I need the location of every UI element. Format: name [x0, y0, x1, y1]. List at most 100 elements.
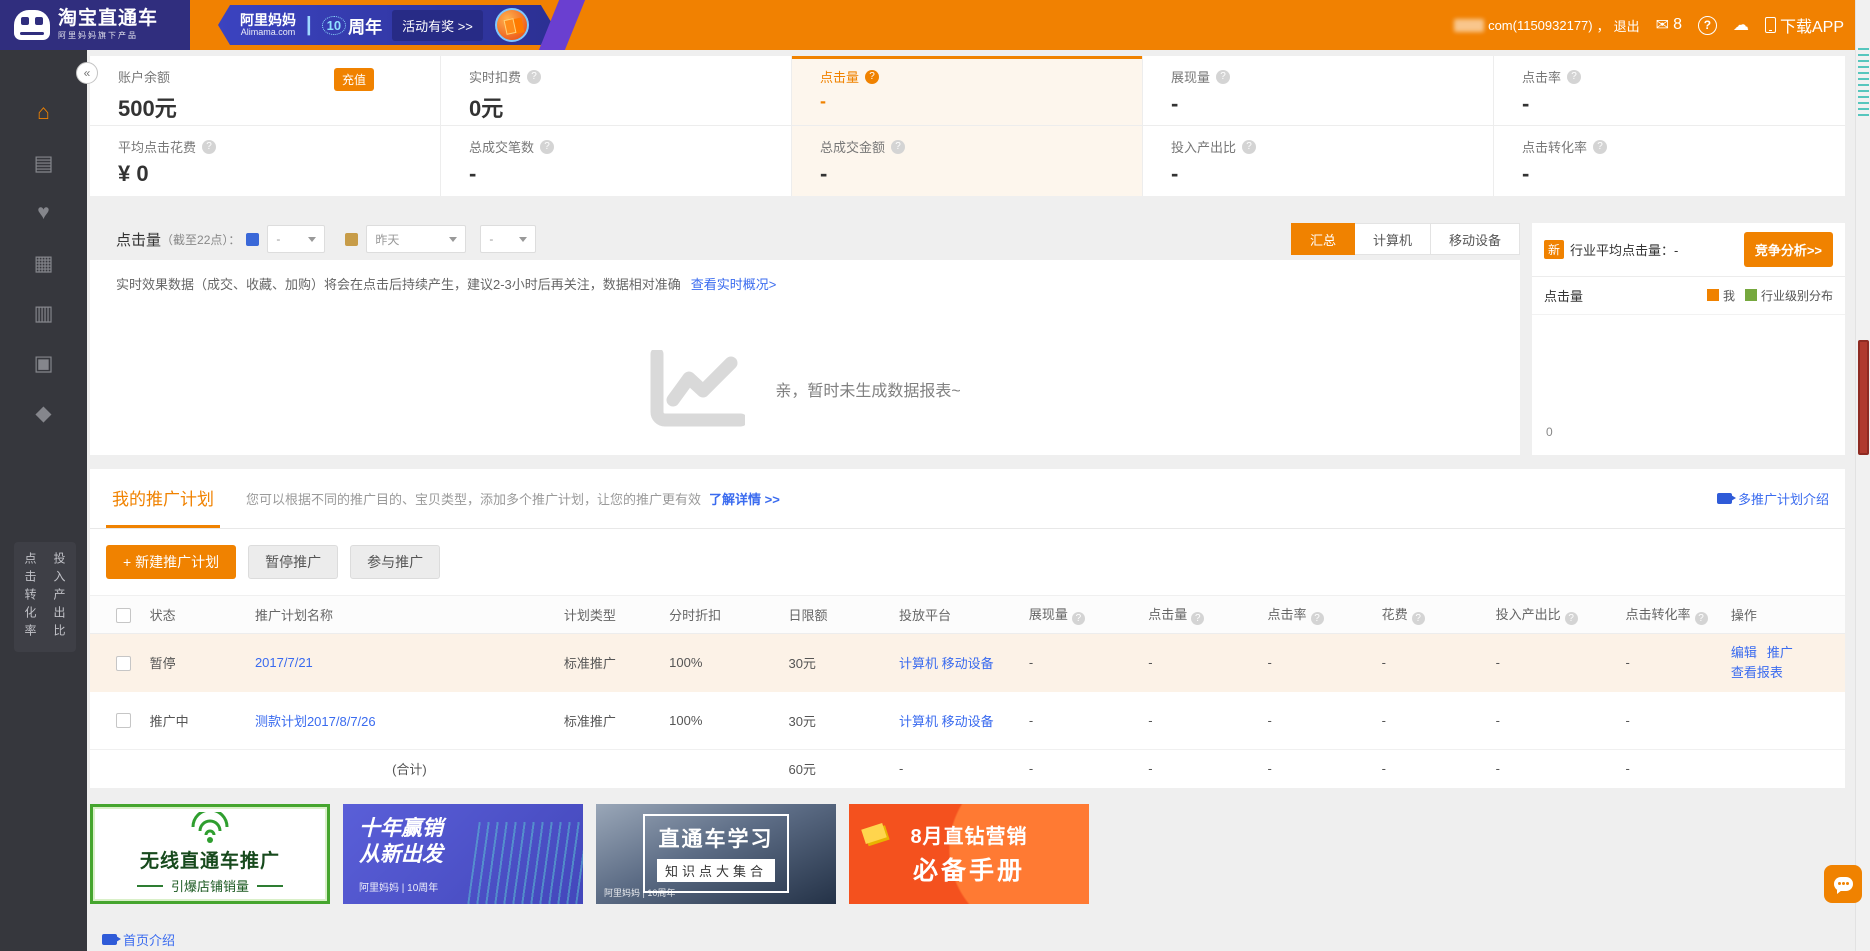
- sidebar-item-gem[interactable]: ◆: [0, 388, 87, 438]
- platform-mobile-link[interactable]: 移动设备: [942, 656, 994, 671]
- tab-computer[interactable]: 计算机: [1355, 223, 1431, 255]
- help-icon[interactable]: ?: [1311, 612, 1324, 625]
- pause-campaign-button[interactable]: 暂停推广: [248, 545, 338, 579]
- help-icon[interactable]: ?: [1593, 140, 1607, 154]
- learn-more-link[interactable]: 了解详情 >>: [709, 489, 780, 508]
- page-scrollbar[interactable]: [1855, 0, 1870, 951]
- stat-card-cvr[interactable]: 点击转化率? -: [1494, 126, 1845, 196]
- banner-title: 无线直通车推广: [140, 846, 280, 873]
- banner-subtitle: 知识点大集合: [657, 859, 775, 882]
- promote-link[interactable]: 推广: [1767, 645, 1793, 660]
- help-icon[interactable]: ?: [540, 140, 554, 154]
- stat-card-total-orders[interactable]: 总成交笔数? -: [441, 126, 792, 196]
- banner-learning[interactable]: 直通车学习 知识点大集合 阿里妈妈 | 10周年: [596, 804, 836, 904]
- stat-card-impressions[interactable]: 展现量? -: [1143, 56, 1494, 126]
- realtime-overview-link[interactable]: 查看实时概况>: [691, 277, 777, 292]
- new-campaign-button[interactable]: + 新建推广计划: [106, 545, 236, 579]
- legend-mine: 我: [1707, 287, 1735, 304]
- series2-color-swatch: [345, 233, 358, 246]
- sidebar-item-tools[interactable]: ▣: [0, 338, 87, 388]
- help-icon[interactable]: ?: [865, 70, 879, 84]
- select-all-checkbox[interactable]: [116, 608, 131, 623]
- anniversary-label: 10 周年: [322, 13, 382, 38]
- campaign-name-link[interactable]: 测款计划2017/8/7/26: [255, 714, 376, 729]
- row-checkbox[interactable]: [116, 713, 131, 728]
- briefcase-icon: ▣: [34, 351, 54, 376]
- platform-mobile-link[interactable]: 移动设备: [942, 714, 994, 729]
- status-badge: 暂停: [150, 634, 255, 692]
- campaign-name-link[interactable]: 2017/7/21: [255, 655, 313, 670]
- banner-august-handbook[interactable]: 8月直钻营销 必备手册: [849, 804, 1089, 904]
- app-logo[interactable]: 淘宝直通车 阿里妈妈旗下产品: [0, 0, 190, 50]
- sidebar-item-home[interactable]: ⌂: [0, 88, 87, 138]
- platform-pc-link[interactable]: 计算机: [899, 656, 938, 671]
- row-checkbox[interactable]: [116, 656, 131, 671]
- help-icon[interactable]: ?: [1412, 612, 1425, 625]
- phone-icon: [1765, 17, 1776, 33]
- multi-campaign-intro-link[interactable]: 多推广计划介绍: [1717, 489, 1829, 508]
- help-icon[interactable]: ?: [202, 140, 216, 154]
- sidebar-item-report[interactable]: ▦: [0, 238, 87, 288]
- tab-mobile[interactable]: 移动设备: [1431, 223, 1520, 255]
- col-cvr: 点击转化率?: [1626, 596, 1731, 634]
- help-icon[interactable]: ?: [1567, 70, 1581, 84]
- date-dropdown[interactable]: 昨天: [366, 225, 466, 253]
- help-icon[interactable]: ?: [891, 140, 905, 154]
- stat-card-ctr[interactable]: 点击率? -: [1494, 56, 1845, 126]
- total-daily-limit: 60元: [788, 750, 899, 788]
- join-campaign-button[interactable]: 参与推广: [350, 545, 440, 579]
- view-report-link[interactable]: 查看报表: [1731, 665, 1783, 680]
- promo-divider: |: [306, 14, 312, 37]
- sidebar-collapse-button[interactable]: «: [76, 62, 98, 84]
- promo-activity-link[interactable]: 活动有奖 >>: [392, 10, 483, 41]
- metrics-drawer-handle[interactable]: 点击转化率 投入产出比: [14, 542, 76, 652]
- chart-metric-title: 点击量: [116, 229, 161, 250]
- help-icon[interactable]: ?: [1698, 16, 1717, 35]
- cloud-icon[interactable]: ☁: [1733, 15, 1749, 35]
- series2-dropdown[interactable]: -: [480, 225, 536, 253]
- sidebar-item-shop[interactable]: ▤: [0, 138, 87, 188]
- scrollbar-thumb[interactable]: [1858, 340, 1869, 455]
- help-icon[interactable]: ?: [1242, 140, 1256, 154]
- left-sidebar: ⌂ ▤ ♥ ▦ ▥ ▣ ◆ 点击转化率 投入产出比: [0, 50, 87, 951]
- app-title: 淘宝直通车: [58, 9, 158, 30]
- stat-card-clicks[interactable]: 点击量? -: [792, 56, 1143, 126]
- help-icon[interactable]: ?: [1191, 612, 1204, 625]
- logout-link[interactable]: 退出: [1614, 16, 1640, 35]
- edit-link[interactable]: 编辑: [1731, 645, 1757, 660]
- col-type: 计划类型: [564, 596, 669, 634]
- legend-industry-swatch: [1745, 289, 1757, 301]
- banner-line2: 必备手册: [913, 851, 1025, 887]
- stat-card-balance[interactable]: 账户余额 500元 充值: [90, 56, 441, 126]
- banner-ten-years[interactable]: 十年赢销 从新出发 阿里妈妈 | 10周年: [343, 804, 583, 904]
- help-icon[interactable]: ?: [1695, 612, 1708, 625]
- col-clicks: 点击量?: [1148, 596, 1267, 634]
- mail-icon[interactable]: ✉ 8: [1656, 15, 1682, 35]
- platform-pc-link[interactable]: 计算机: [899, 714, 938, 729]
- download-app-link[interactable]: 下载APP: [1765, 13, 1844, 37]
- empty-chart-text: 亲，暂时未生成数据报表~: [775, 377, 960, 401]
- recharge-button[interactable]: 充值: [334, 68, 374, 91]
- banner-line1: 十年赢销: [359, 816, 583, 842]
- col-roi: 投入产出比?: [1496, 596, 1626, 634]
- col-daily-limit: 日限额: [788, 596, 899, 634]
- customer-service-chat-button[interactable]: [1824, 865, 1862, 903]
- competition-analysis-button[interactable]: 竞争分析>>: [1744, 232, 1833, 267]
- stat-card-realtime-cost[interactable]: 实时扣费? 0元: [441, 56, 792, 126]
- anniversary-promo-banner[interactable]: 阿里妈妈 Alimama.com | 10 周年 活动有奖 >>: [218, 5, 553, 45]
- stat-card-total-gmv[interactable]: 总成交金额? -: [792, 126, 1143, 196]
- homepage-intro-link[interactable]: 首页介绍: [90, 930, 1845, 949]
- sidebar-item-gallery[interactable]: ▥: [0, 288, 87, 338]
- user-account[interactable]: com(1150932177): [1488, 18, 1593, 33]
- sidebar-item-favorites[interactable]: ♥: [0, 188, 87, 238]
- help-icon[interactable]: ?: [527, 70, 541, 84]
- tab-my-campaigns[interactable]: 我的推广计划: [106, 469, 220, 528]
- help-icon[interactable]: ?: [1072, 612, 1085, 625]
- help-icon[interactable]: ?: [1216, 70, 1230, 84]
- series1-dropdown[interactable]: -: [267, 225, 325, 253]
- stat-card-roi[interactable]: 投入产出比? -: [1143, 126, 1494, 196]
- help-icon[interactable]: ?: [1565, 612, 1578, 625]
- stat-card-avg-click-cost[interactable]: 平均点击花费? ¥ 0: [90, 126, 441, 196]
- banner-wireless-promo[interactable]: 无线直通车推广 引爆店铺销量: [90, 804, 330, 904]
- tab-summary[interactable]: 汇总: [1291, 223, 1355, 255]
